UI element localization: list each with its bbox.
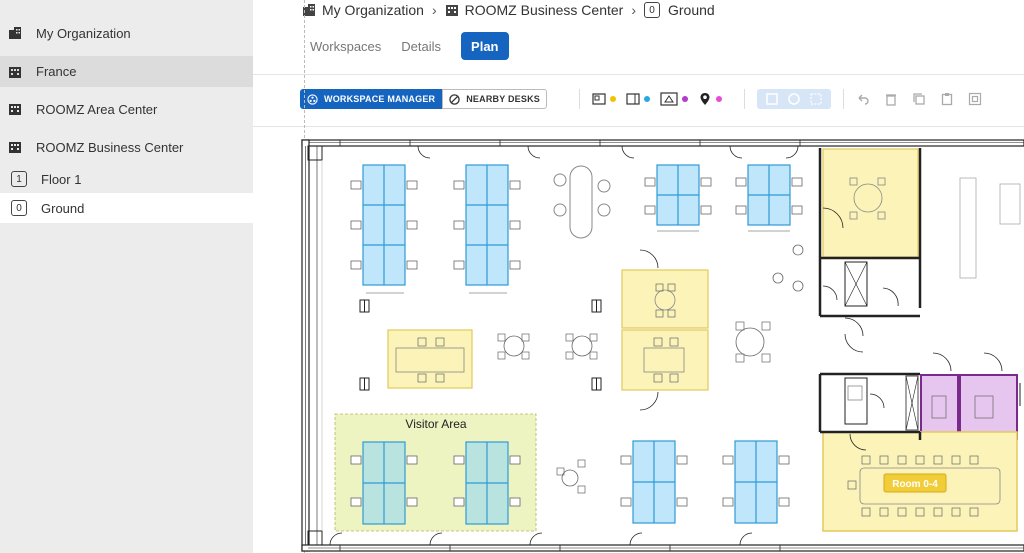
building-icon — [9, 27, 21, 39]
tab-workspaces[interactable]: Workspaces — [300, 32, 391, 60]
chevron-right-icon: › — [431, 2, 437, 18]
desk-tool-icon[interactable] — [592, 92, 606, 106]
tabs: Workspaces Details Plan — [300, 32, 509, 60]
toolbar-separator — [743, 89, 745, 109]
shape-tool-group — [756, 89, 831, 109]
building-icon — [9, 66, 21, 78]
pin-color-dot — [715, 96, 722, 102]
workspace-icon — [307, 93, 318, 105]
prohibited-icon — [449, 93, 460, 105]
polygon-tool-icon[interactable] — [807, 92, 825, 106]
sidebar-item-ground[interactable]: 0 Ground — [0, 193, 253, 223]
yellow-room — [822, 148, 919, 258]
sidebar-item-label: ROOMZ Area Center — [36, 101, 158, 117]
tab-details[interactable]: Details — [391, 32, 451, 60]
sidebar-item-my-organization[interactable]: My Organization — [0, 20, 253, 46]
room-color-dot — [643, 96, 650, 102]
floor-level-badge: 1 — [11, 171, 27, 187]
chevron-right-icon: › — [631, 2, 636, 18]
floor-level-badge: 0 — [11, 200, 27, 216]
workspace-manager-label: WORKSPACE MANAGER — [324, 94, 436, 104]
sidebar-item-label: My Organization — [36, 25, 131, 41]
sidebar-item-france[interactable]: France — [0, 56, 253, 87]
floor-level-badge: 0 — [644, 2, 660, 18]
sidebar-item-roomz-business-center[interactable]: ROOMZ Business Center — [0, 134, 253, 160]
rectangle-tool-icon[interactable] — [763, 92, 781, 106]
header-divider — [253, 74, 1024, 75]
breadcrumb-building[interactable]: ROOMZ Business Center — [465, 2, 624, 18]
toolbar-separator — [578, 89, 580, 109]
toolbar-divider — [253, 126, 1024, 127]
plan-toolbar: WORKSPACE MANAGER NEARBY DESKS — [300, 89, 986, 109]
area-color-dot — [681, 96, 688, 102]
breadcrumb-org[interactable]: My Organization — [322, 2, 424, 18]
floor-plan-canvas[interactable]: Visitor Area Room 0-4 — [300, 138, 1024, 553]
visitor-area-label: Visitor Area — [405, 417, 466, 431]
copy-icon[interactable] — [912, 92, 926, 106]
circle-tool-icon[interactable] — [785, 92, 803, 106]
sidebar-item-label: ROOMZ Business Center — [36, 139, 184, 155]
nearby-desks-label: NEARBY DESKS — [466, 94, 540, 104]
paste-icon[interactable] — [940, 92, 954, 106]
breadcrumb: My Organization › ROOMZ Business Center … — [302, 0, 715, 20]
purple-room — [920, 374, 1018, 440]
area-tool-icon[interactable] — [660, 92, 678, 106]
toolbar-separator — [842, 89, 844, 109]
building-icon — [445, 5, 458, 16]
sidebar-item-label: Ground — [41, 200, 85, 216]
sidebar: My Organization France ROOMZ Area Center… — [0, 0, 253, 553]
workspace-manager-button[interactable]: WORKSPACE MANAGER — [300, 89, 443, 109]
building-icon — [9, 104, 21, 115]
breadcrumb-floor: Ground — [668, 2, 715, 18]
room-tool-icon[interactable] — [626, 92, 640, 106]
nearby-desks-button[interactable]: NEARBY DESKS — [442, 89, 547, 109]
delete-icon[interactable] — [884, 92, 898, 106]
sidebar-item-floor-1[interactable]: 1 Floor 1 — [0, 166, 253, 192]
undo-icon[interactable] — [856, 92, 870, 106]
building-icon — [9, 142, 21, 153]
desk-color-dot — [609, 96, 616, 102]
tab-plan[interactable]: Plan — [461, 32, 509, 60]
align-icon[interactable] — [968, 92, 982, 106]
room-label: Room 0-4 — [892, 479, 938, 490]
sidebar-item-roomz-area-center[interactable]: ROOMZ Area Center — [0, 96, 253, 122]
sidebar-item-label: Floor 1 — [41, 171, 82, 187]
floor-plan[interactable]: Visitor Area Room 0-4 — [300, 138, 1024, 553]
location-pin-icon[interactable] — [698, 92, 712, 106]
sidebar-item-label: France — [36, 64, 77, 79]
